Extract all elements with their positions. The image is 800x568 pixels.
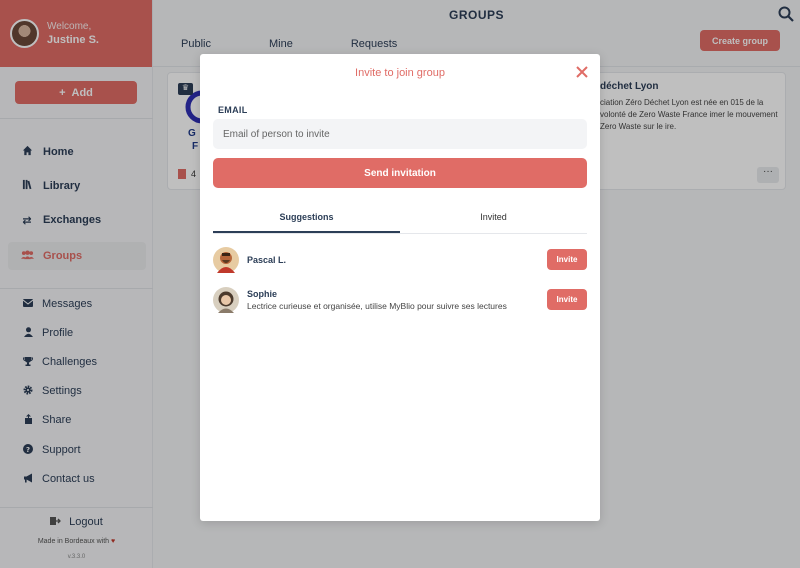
tab-suggestions[interactable]: Suggestions (213, 212, 400, 233)
email-field[interactable] (213, 119, 587, 149)
invite-modal: Invite to join group EMAIL Send invitati… (200, 54, 600, 521)
send-invitation-button[interactable]: Send invitation (213, 158, 587, 188)
tab-invited[interactable]: Invited (400, 212, 587, 233)
invite-button[interactable]: Invite (547, 249, 587, 270)
user-name: Pascal L. (247, 255, 287, 265)
avatar (213, 247, 239, 273)
user-description: Lectrice curieuse et organisée, utilise … (247, 301, 507, 311)
email-label: EMAIL (218, 105, 248, 115)
modal-title: Invite to join group (355, 67, 445, 79)
list-item: Sophie Lectrice curieuse et organisée, u… (213, 287, 587, 315)
user-name: Sophie (247, 289, 278, 299)
close-icon[interactable] (576, 65, 588, 78)
invite-button[interactable]: Invite (547, 289, 587, 310)
avatar (213, 287, 239, 313)
invite-tabs: Suggestions Invited (213, 212, 587, 234)
list-item: Pascal L. Invite (213, 247, 587, 275)
